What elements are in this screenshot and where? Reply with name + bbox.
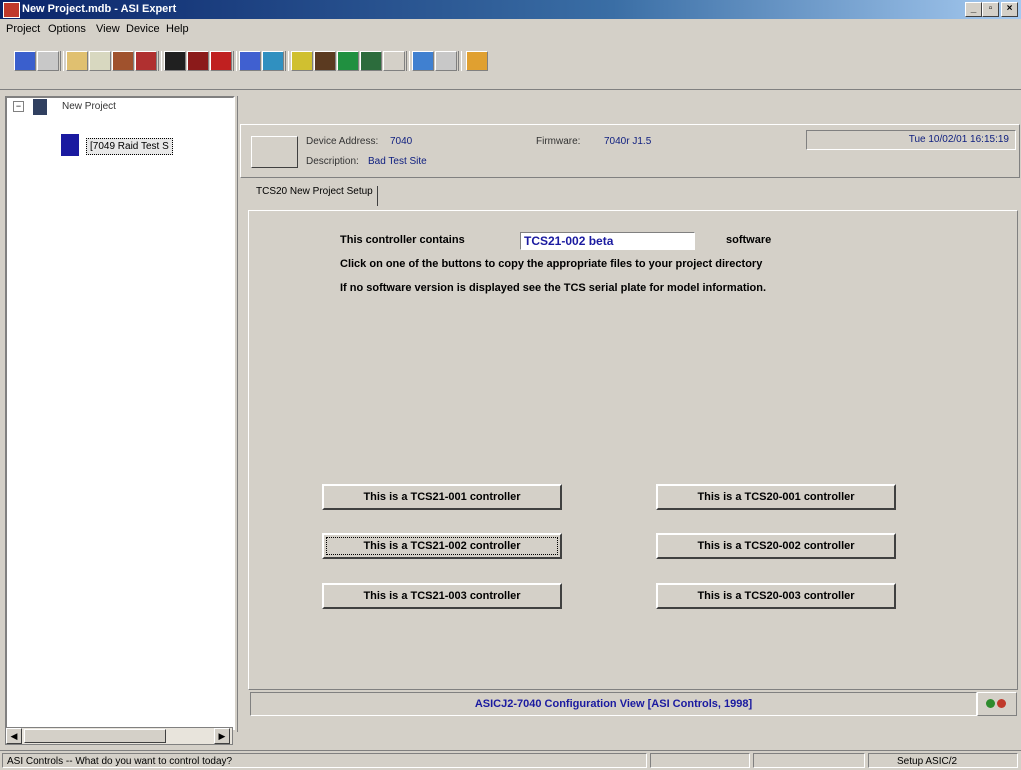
menu-help[interactable]: Help	[166, 23, 189, 35]
disconnect-icon[interactable]	[37, 51, 59, 71]
red-led-icon	[997, 699, 1006, 708]
minimize-button[interactable]: _	[965, 2, 982, 17]
maximize-button[interactable]: ▫	[982, 2, 999, 17]
tcs20-002-button[interactable]: This is a TCS20-002 controller	[656, 533, 896, 559]
device-address-label: Device Address:	[306, 136, 379, 147]
project-icon	[33, 99, 47, 115]
contains-suffix: software	[726, 234, 772, 246]
project-tree[interactable]: − New Project [7049 Raid Test S	[5, 96, 235, 730]
tree-device-label[interactable]: [7049 Raid Test S	[86, 138, 173, 155]
menu-project[interactable]: Project	[6, 23, 40, 35]
upload-icon[interactable]	[239, 51, 261, 71]
device-icon[interactable]	[360, 51, 382, 71]
toolbar-separator	[233, 51, 237, 71]
app-icon	[3, 2, 20, 18]
grid-icon[interactable]	[412, 51, 434, 71]
tab-new-project-setup[interactable]: TCS20 New Project Setup	[252, 186, 378, 206]
tree-root-label[interactable]: New Project	[62, 101, 116, 112]
title-bar[interactable]: New Project.mdb - ASI Expert _ ▫ ×	[0, 0, 1021, 19]
record-icon[interactable]	[135, 51, 157, 71]
info-line: If no software version is displayed see …	[340, 282, 767, 294]
search-icon[interactable]	[291, 51, 313, 71]
settings-icon[interactable]	[466, 51, 488, 71]
status-bar: ASI Controls -- What do you want to cont…	[0, 750, 1021, 770]
download-icon[interactable]	[262, 51, 284, 71]
toolbar-separator	[285, 51, 289, 71]
toolbar-separator	[458, 51, 462, 71]
connect-icon[interactable]	[14, 51, 36, 71]
green-square-icon[interactable]	[337, 51, 359, 71]
toolbar-separator	[158, 51, 162, 71]
status-panel-empty-2	[753, 753, 865, 768]
collapse-icon[interactable]: −	[13, 101, 24, 112]
datetime-text: Tue 10/02/01 16:15:19	[908, 134, 1009, 145]
users-icon[interactable]	[112, 51, 134, 71]
list-icon[interactable]	[435, 51, 457, 71]
contains-prefix: This controller contains	[340, 234, 465, 246]
configuration-view-bar: ASICJ2-7040 Configuration View [ASI Cont…	[250, 692, 977, 716]
close-button[interactable]: ×	[1001, 2, 1018, 17]
device-node-icon	[61, 134, 79, 156]
firmware-label: Firmware:	[536, 136, 581, 147]
tcs21-003-button[interactable]: This is a TCS21-003 controller	[322, 583, 562, 609]
disabled-icon[interactable]	[383, 51, 405, 71]
save-icon[interactable]	[164, 51, 186, 71]
menu-bar: Project Options View Device Help	[0, 20, 1021, 38]
tcs20-003-button[interactable]: This is a TCS20-003 controller	[656, 583, 896, 609]
toolbar-separator	[406, 51, 410, 71]
scroll-right-icon[interactable]: ▶	[214, 728, 230, 744]
status-message: ASI Controls -- What do you want to cont…	[2, 753, 647, 768]
green-led-icon	[986, 699, 995, 708]
menu-device[interactable]: Device	[126, 23, 160, 35]
status-indicator	[977, 692, 1017, 716]
status-panel-empty	[650, 753, 750, 768]
tree-horizontal-scrollbar[interactable]: ◀ ▶	[5, 727, 233, 745]
scroll-thumb[interactable]	[24, 729, 166, 743]
device-address-value: 7040	[390, 136, 413, 147]
configuration-view-label: ASICJ2-7040 Configuration View [ASI Cont…	[474, 698, 753, 710]
tcs21-002-button[interactable]: This is a TCS21-002 controller	[322, 533, 562, 559]
window-title: New Project.mdb - ASI Expert	[22, 3, 177, 15]
firmware-value: 7040r J1.5	[604, 136, 652, 147]
device-button[interactable]	[251, 136, 298, 168]
scroll-left-icon[interactable]: ◀	[6, 728, 22, 744]
tools-icon[interactable]	[314, 51, 336, 71]
menu-options[interactable]: Options	[48, 23, 86, 35]
open-icon[interactable]	[66, 51, 88, 71]
status-mode: Setup ASIC/2	[868, 753, 1018, 768]
description-label: Description:	[306, 156, 359, 167]
instruction-line: Click on one of the buttons to copy the …	[340, 258, 763, 270]
page-icon[interactable]	[89, 51, 111, 71]
save-all-icon[interactable]	[210, 51, 232, 71]
datetime-display: Tue 10/02/01 16:15:19	[806, 130, 1016, 150]
toolbar	[0, 39, 1021, 90]
tcs21-001-button[interactable]: This is a TCS21-001 controller	[322, 484, 562, 510]
save-as-icon[interactable]	[187, 51, 209, 71]
tcs20-001-button[interactable]: This is a TCS20-001 controller	[656, 484, 896, 510]
software-version-value: TCS21-002 beta	[524, 234, 614, 248]
toolbar-separator	[60, 51, 64, 71]
software-version-field: TCS21-002 beta	[520, 232, 695, 250]
description-value: Bad Test Site	[368, 156, 427, 167]
menu-view[interactable]: View	[96, 23, 120, 35]
